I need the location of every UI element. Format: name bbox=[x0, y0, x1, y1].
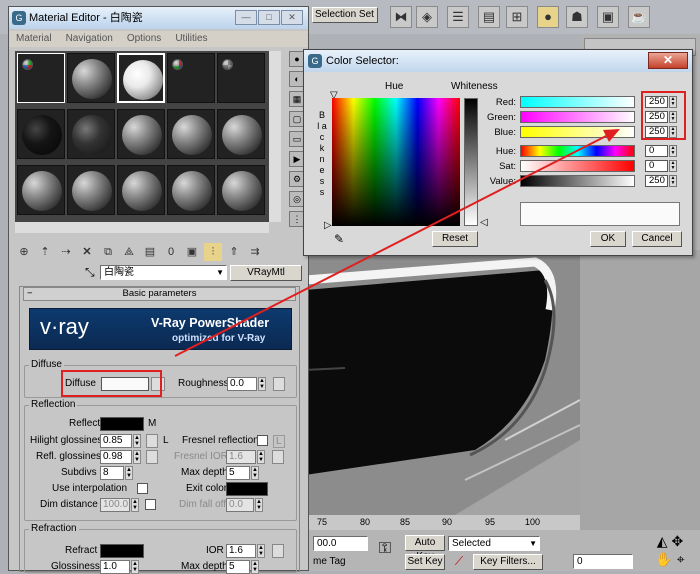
annotation-arrow bbox=[174, 129, 620, 357]
